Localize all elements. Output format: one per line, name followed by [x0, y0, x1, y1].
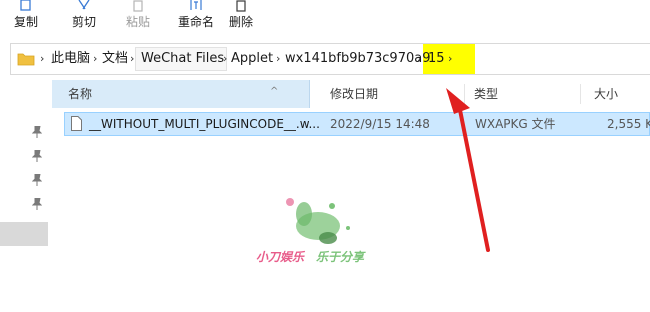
column-date-label: 修改日期: [330, 87, 379, 101]
column-size[interactable]: 大小: [578, 80, 650, 108]
copy-label: 复制: [13, 15, 38, 29]
sort-ascending-icon: ^: [270, 86, 279, 97]
chevron-right-icon[interactable]: ›: [93, 44, 97, 74]
chevron-right-icon[interactable]: ›: [223, 44, 227, 74]
file-size: 2,555 K: [607, 117, 650, 131]
cut-label: 剪切: [71, 15, 96, 29]
address-bar[interactable]: › 此电脑 › 文档 › WeChat Files › Applet › wx1…: [10, 43, 650, 75]
pin-icon[interactable]: [31, 197, 43, 210]
cut-button[interactable]: 剪切: [64, 0, 104, 36]
chevron-right-icon[interactable]: ›: [448, 44, 452, 74]
column-size-label: 大小: [594, 87, 619, 101]
column-name-label: 名称: [68, 87, 93, 101]
breadcrumb-wechat-files[interactable]: WeChat Files: [141, 44, 224, 74]
file-icon: [71, 116, 82, 131]
chevron-right-icon[interactable]: ›: [417, 44, 421, 74]
folder-icon: [17, 51, 35, 66]
chevron-right-icon[interactable]: ›: [130, 44, 134, 74]
breadcrumb-current-folder[interactable]: 15: [428, 44, 445, 74]
watermark-logo: 小刀娱乐 乐于分享: [256, 188, 376, 308]
column-header: 名称 ^ 修改日期 类型 大小: [52, 80, 650, 108]
breadcrumb-applet[interactable]: Applet: [231, 44, 273, 74]
file-row[interactable]: __WITHOUT_MULTI_PLUGINCODE__.w... 2022/9…: [64, 112, 650, 136]
breadcrumb-this-pc[interactable]: 此电脑: [51, 44, 90, 74]
column-name[interactable]: 名称 ^: [52, 80, 310, 108]
breadcrumb-documents[interactable]: 文档: [102, 44, 128, 74]
navigation-pane: [0, 82, 52, 312]
rename-label: 重命名: [177, 15, 214, 29]
delete-button[interactable]: 删除: [226, 0, 256, 36]
clipboard-icon: [130, 0, 146, 12]
watermark-left-text: 小刀娱乐: [256, 250, 305, 264]
paste-label: 粘贴: [125, 15, 150, 29]
watermark-right-text: 乐于分享: [316, 250, 365, 264]
delete-label: 删除: [228, 15, 253, 29]
chevron-right-icon[interactable]: ›: [40, 44, 44, 74]
breadcrumb-appid[interactable]: wx141bfb9b73c970a9: [285, 44, 430, 74]
trash-icon: [233, 0, 249, 12]
annotation-arrow: [430, 80, 510, 260]
copy-button[interactable]: 复制: [6, 0, 46, 36]
pin-icon[interactable]: [31, 173, 43, 186]
rename-icon: [188, 0, 204, 12]
ribbon-toolbar: 复制 剪切 粘贴 重命名 删除: [0, 0, 650, 38]
rename-button[interactable]: 重命名: [168, 0, 224, 36]
paste-button[interactable]: 粘贴: [118, 0, 158, 36]
scissors-icon: [76, 0, 92, 12]
file-date: 2022/9/15 14:48: [330, 117, 430, 131]
copy-icon: [18, 0, 34, 12]
file-name[interactable]: __WITHOUT_MULTI_PLUGINCODE__.w...: [89, 113, 320, 135]
navigation-selected-item[interactable]: [0, 222, 48, 246]
pin-icon[interactable]: [31, 149, 43, 162]
chevron-right-icon[interactable]: ›: [276, 44, 280, 74]
pin-icon[interactable]: [31, 125, 43, 138]
